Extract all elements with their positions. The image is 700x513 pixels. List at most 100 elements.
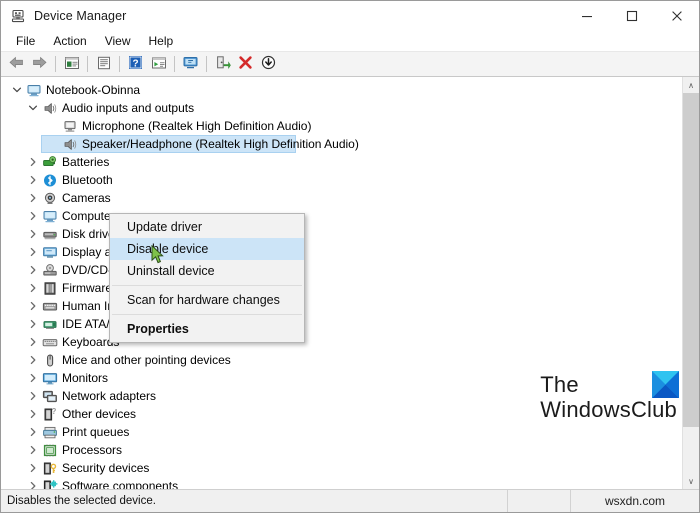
tree-item[interactable]: Computer	[1, 207, 682, 225]
ctx-scan-hardware-changes[interactable]: Scan for hardware changes	[110, 289, 304, 311]
windowsclub-logo-icon	[652, 371, 679, 398]
toolbar-separator-3	[119, 56, 120, 72]
tree-item[interactable]: Security devices	[1, 459, 682, 477]
show-hidden-devices-button[interactable]	[60, 53, 83, 75]
chevron-right-icon[interactable]	[25, 226, 41, 242]
keyboard-icon	[41, 334, 58, 350]
status-watermark: wsxdn.com	[570, 490, 699, 512]
bluetooth-icon	[41, 172, 58, 188]
tree-item[interactable]: Human Interface Devices	[1, 297, 682, 315]
menu-help[interactable]: Help	[140, 32, 183, 50]
tree-item-label: Processors	[62, 443, 123, 457]
minimize-button[interactable]	[564, 1, 609, 30]
chevron-right-icon[interactable]	[25, 298, 41, 314]
status-pane-empty	[507, 490, 570, 512]
vertical-scrollbar[interactable]: ∧ ∨	[682, 77, 699, 489]
context-menu[interactable]: Update driver Disable device Uninstall dev…	[109, 213, 305, 343]
tree-item[interactable]: Speaker/Headphone (Realtek High Definiti…	[1, 135, 682, 153]
disk-drive-icon	[41, 226, 58, 242]
help-button[interactable]: ?	[124, 53, 147, 75]
tree-item[interactable]: Display adapters	[1, 243, 682, 261]
chevron-right-icon[interactable]	[25, 478, 41, 489]
menu-view[interactable]: View	[96, 32, 140, 50]
disable-down-arrow-icon	[261, 55, 276, 73]
chevron-right-icon[interactable]	[25, 442, 41, 458]
tree-item-label: Security devices	[62, 461, 150, 475]
tree-item[interactable]: Audio inputs and outputs	[1, 99, 682, 117]
tree-item[interactable]: Notebook-Obinna	[1, 81, 682, 99]
chevron-right-icon[interactable]	[25, 388, 41, 404]
status-message: Disables the selected device.	[7, 495, 156, 507]
device-list-icon	[151, 56, 167, 73]
tree-item[interactable]: DVD/CD-ROM drives	[1, 261, 682, 279]
chevron-right-icon[interactable]	[25, 370, 41, 386]
tree-item[interactable]: Firmware	[1, 279, 682, 297]
ctx-separator-2	[112, 314, 302, 315]
other-device-icon: ?	[41, 406, 58, 422]
tree-item[interactable]: Print queues	[1, 423, 682, 441]
chevron-right-icon[interactable]	[25, 280, 41, 296]
chevron-right-icon[interactable]	[25, 154, 41, 170]
ctx-properties[interactable]: Properties	[110, 318, 304, 340]
tree-item-label: Microphone (Realtek High Definition Audi…	[82, 119, 312, 133]
menu-action[interactable]: Action	[44, 32, 95, 50]
scroll-down-button[interactable]: ∨	[683, 473, 699, 489]
tree-item[interactable]: Processors	[1, 441, 682, 459]
devices-by-type-button[interactable]	[147, 53, 170, 75]
uninstall-device-button[interactable]	[234, 53, 257, 75]
close-button[interactable]	[654, 1, 699, 30]
scroll-up-button[interactable]: ∧	[683, 77, 699, 93]
tree-item[interactable]: Batteries	[1, 153, 682, 171]
update-driver-button[interactable]	[211, 53, 234, 75]
tree-item[interactable]: Keyboards	[1, 333, 682, 351]
chevron-right-icon[interactable]	[25, 262, 41, 278]
ctx-disable-device[interactable]: Disable device	[110, 238, 304, 260]
tree-item[interactable]: Software components	[1, 477, 682, 489]
forward-button[interactable]	[28, 53, 51, 75]
chevron-right-icon[interactable]	[25, 208, 41, 224]
menu-file[interactable]: File	[7, 32, 44, 50]
chevron-right-icon[interactable]	[25, 244, 41, 260]
chevron-right-icon[interactable]	[25, 334, 41, 350]
tree-item[interactable]: Microphone (Realtek High Definition Audi…	[1, 117, 682, 135]
ctx-update-driver[interactable]: Update driver	[110, 216, 304, 238]
chevron-right-icon[interactable]	[25, 424, 41, 440]
window-controls	[564, 1, 699, 30]
chevron-down-icon[interactable]	[25, 100, 41, 116]
chevron-right-icon[interactable]	[25, 406, 41, 422]
scrollbar-thumb[interactable]	[683, 93, 699, 428]
tree-item[interactable]: Mice and other pointing devices	[1, 351, 682, 369]
tree-item-label: Speaker/Headphone (Realtek High Definiti…	[82, 137, 359, 151]
maximize-button[interactable]	[609, 1, 654, 30]
back-arrow-icon	[8, 55, 25, 73]
svg-text:?: ?	[132, 58, 138, 69]
scan-hardware-button[interactable]	[179, 53, 202, 75]
tree-item[interactable]: Disk drives	[1, 225, 682, 243]
tree-item-label: Software components	[62, 479, 179, 489]
tree-item[interactable]: Cameras	[1, 189, 682, 207]
chevron-right-icon[interactable]	[25, 460, 41, 476]
chevron-right-icon[interactable]	[25, 352, 41, 368]
tree-item[interactable]: IDE ATA/ATAPI controllers	[1, 315, 682, 333]
chevron-down-icon[interactable]	[9, 82, 25, 98]
tree-item-label: Audio inputs and outputs	[62, 101, 195, 115]
display-adapter-icon	[41, 244, 58, 260]
device-tree[interactable]: Notebook-Obinna Audio inputs and outputs M…	[1, 77, 682, 489]
status-bar: Disables the selected device. wsxdn.com	[1, 489, 699, 512]
disable-device-button[interactable]	[257, 53, 280, 75]
security-device-icon	[41, 460, 58, 476]
toolbar-separator-2	[87, 56, 88, 72]
chevron-right-icon[interactable]	[25, 172, 41, 188]
scrollbar-track[interactable]	[683, 93, 699, 473]
title-bar: Device Manager	[1, 1, 699, 30]
chevron-right-icon[interactable]	[25, 190, 41, 206]
tree-item[interactable]: Bluetooth	[1, 171, 682, 189]
windowsclub-watermark: The WindowsClub	[540, 371, 679, 422]
menu-bar: File Action View Help	[1, 30, 699, 52]
back-button[interactable]	[5, 53, 28, 75]
properties-button[interactable]	[92, 53, 115, 75]
ctx-uninstall-device[interactable]: Uninstall device	[110, 260, 304, 282]
chevron-right-icon[interactable]	[25, 316, 41, 332]
microphone-icon	[61, 118, 78, 134]
printer-icon	[41, 424, 58, 440]
